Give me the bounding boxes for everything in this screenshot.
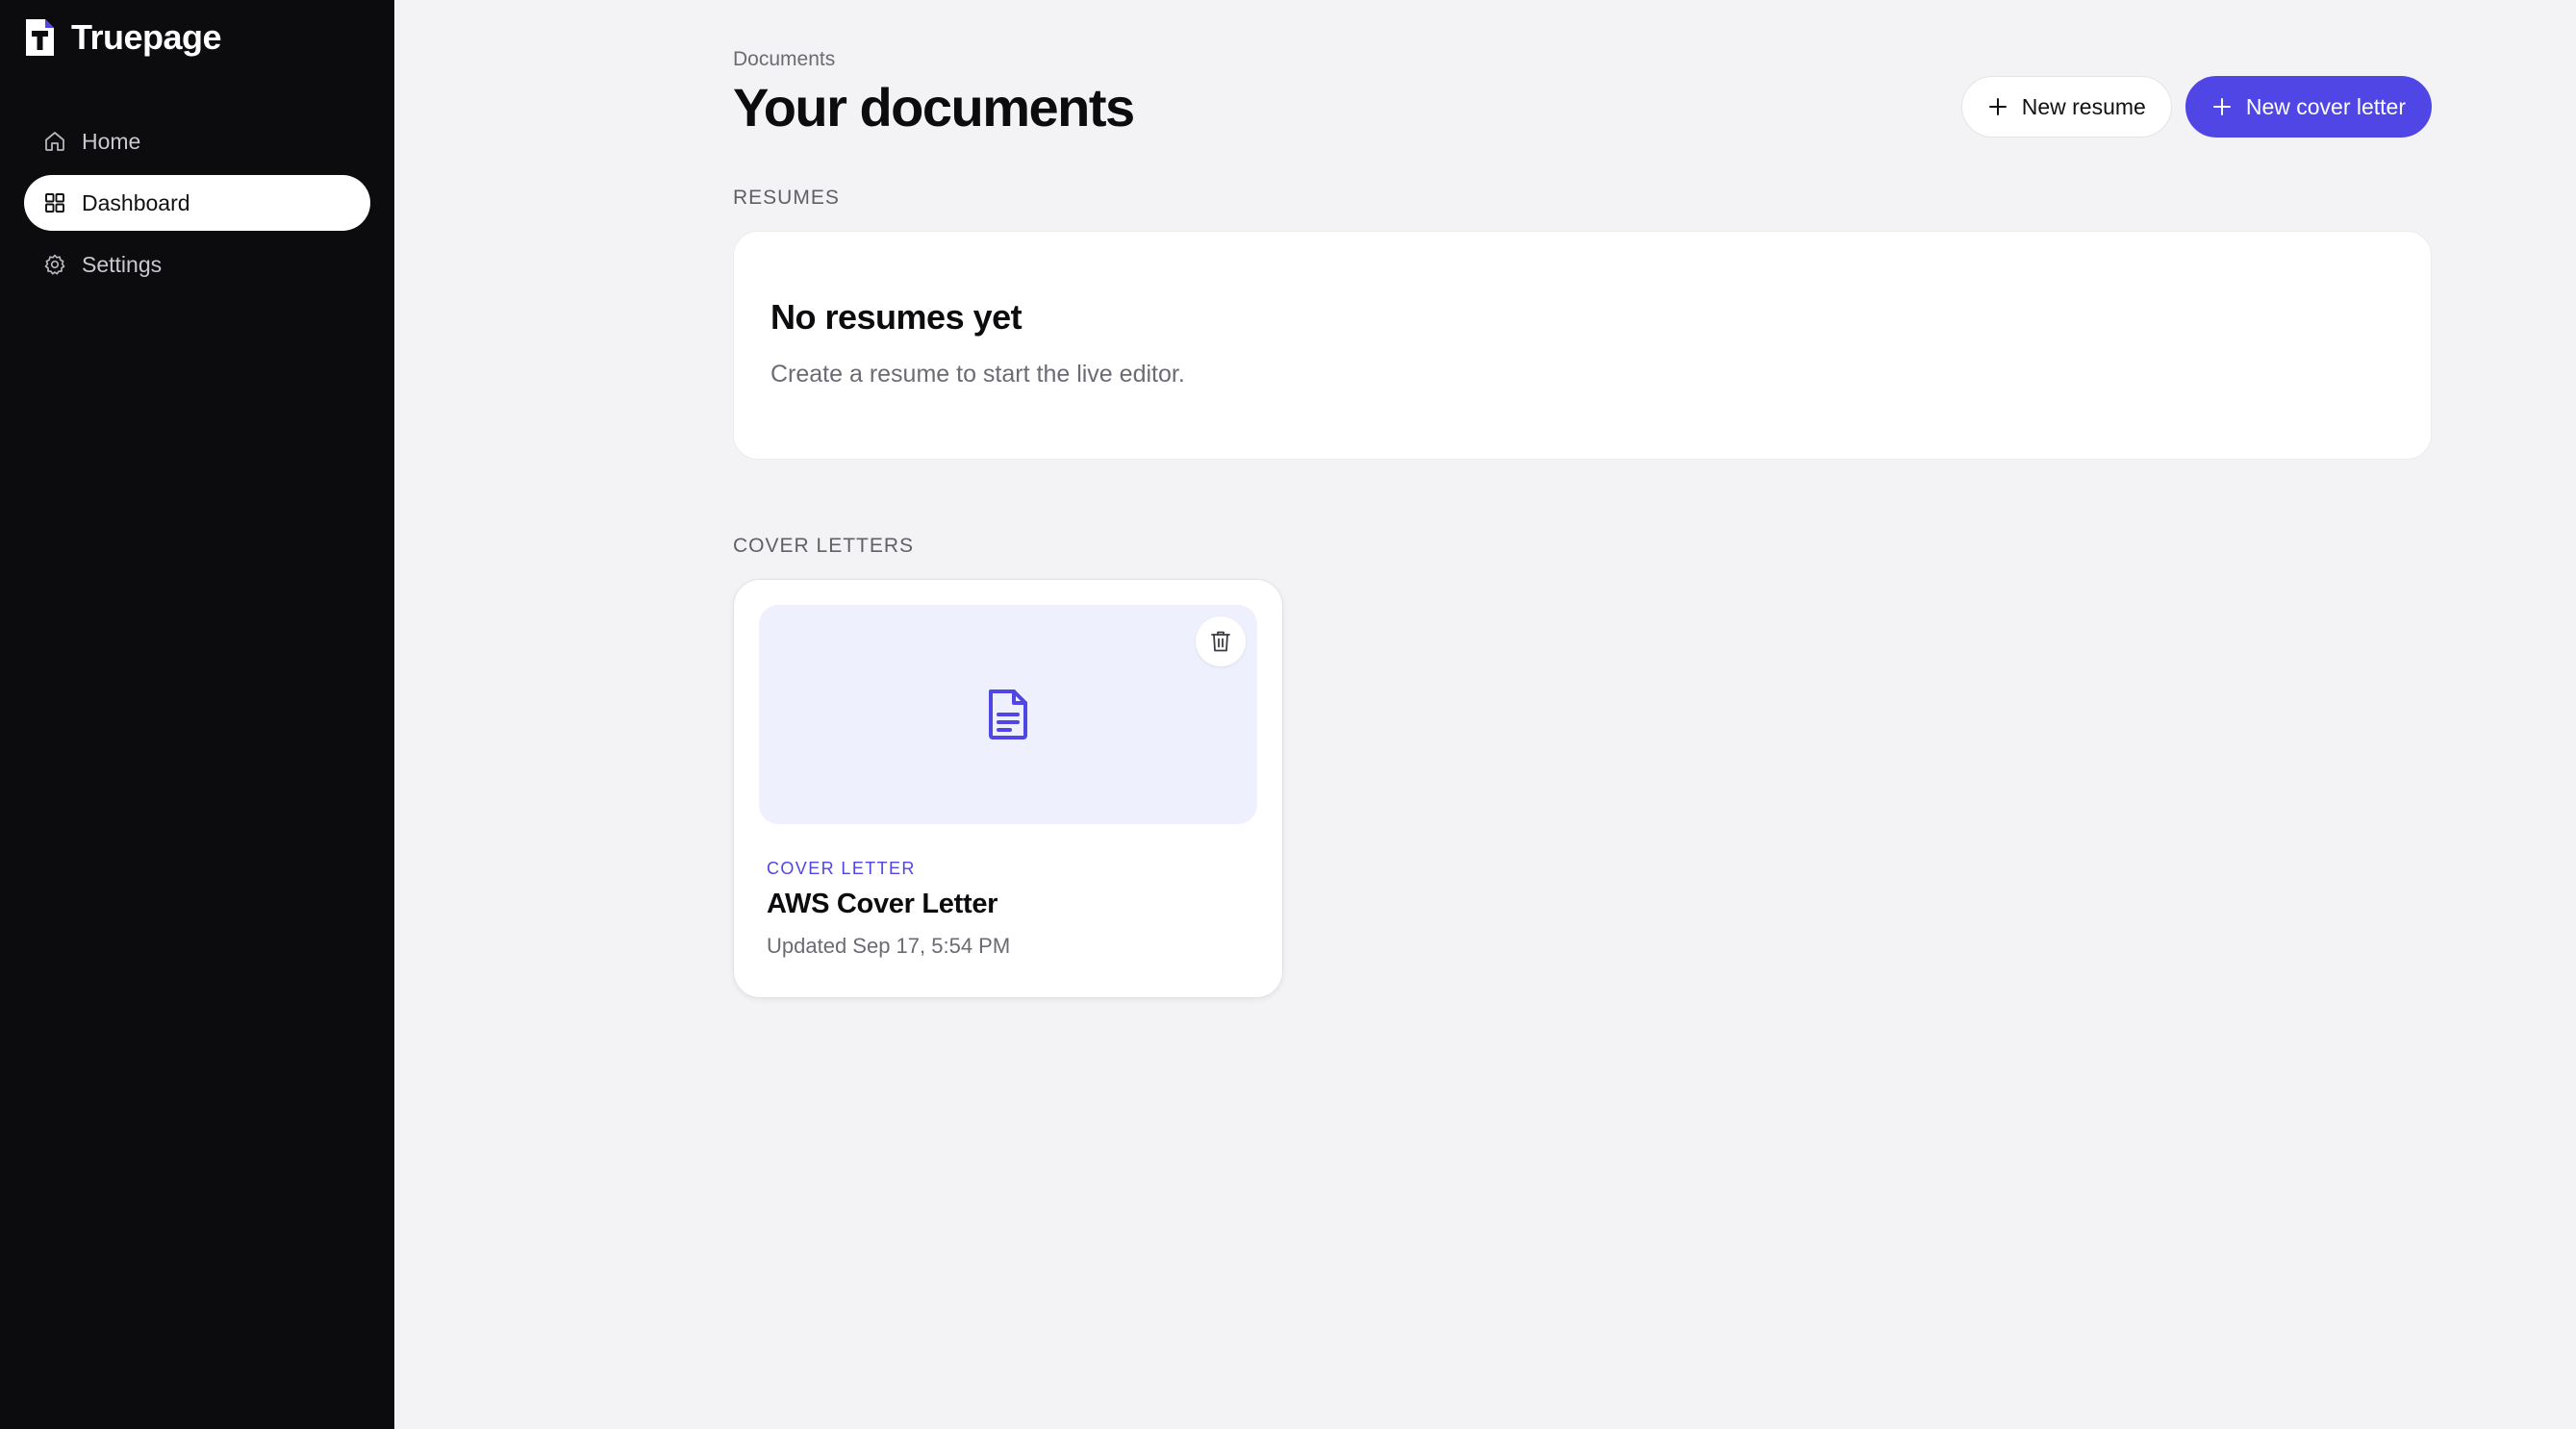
content-area: Documents Your documents New resume New … bbox=[733, 48, 2432, 999]
sidebar-item-home[interactable]: Home bbox=[24, 113, 370, 169]
sidebar-item-dashboard[interactable]: Dashboard bbox=[24, 175, 370, 231]
empty-state-title: No resumes yet bbox=[770, 297, 1023, 338]
plus-icon bbox=[2212, 98, 2231, 115]
new-resume-label: New resume bbox=[2021, 93, 2146, 119]
breadcrumb[interactable]: Documents bbox=[733, 48, 1134, 71]
brand[interactable]: Truepage bbox=[24, 17, 222, 58]
trash-icon bbox=[1211, 631, 1230, 652]
document-title[interactable]: AWS Cover Letter bbox=[767, 889, 1250, 920]
document-icon bbox=[989, 689, 1027, 740]
gear-icon bbox=[44, 254, 65, 275]
grid-icon bbox=[45, 193, 64, 213]
header-actions: New resume New cover letter bbox=[1960, 76, 2432, 138]
sidebar-item-label: Settings bbox=[82, 251, 163, 277]
title-group: Documents Your documents bbox=[733, 48, 1135, 138]
sidebar-item-label: Home bbox=[82, 128, 141, 154]
app-root: Truepage Home Dashboard Settings Documen… bbox=[0, 0, 2576, 1429]
home-icon bbox=[45, 132, 64, 151]
brand-name: Truepage bbox=[71, 17, 222, 57]
delete-button[interactable] bbox=[1196, 616, 1246, 667]
sidebar: Truepage Home Dashboard Settings bbox=[0, 0, 394, 1429]
document-type-label: COVER LETTER bbox=[767, 859, 916, 879]
document-updated-timestamp: Updated Sep 17, 5:54 PM bbox=[767, 934, 1011, 959]
empty-state-text: Create a resume to start the live editor… bbox=[770, 361, 1185, 389]
document-thumbnail[interactable] bbox=[759, 605, 1257, 825]
plus-icon bbox=[1988, 98, 2007, 115]
page-header: Documents Your documents New resume New … bbox=[733, 48, 2432, 138]
cover-letter-card[interactable]: COVER LETTER AWS Cover Letter Updated Se… bbox=[733, 579, 1283, 999]
sidebar-item-label: Dashboard bbox=[82, 189, 190, 215]
new-cover-letter-label: New cover letter bbox=[2245, 93, 2406, 119]
resumes-section-label: RESUMES bbox=[733, 187, 840, 210]
cover-letters-section-label: COVER LETTERS bbox=[733, 535, 915, 558]
sidebar-item-settings[interactable]: Settings bbox=[24, 237, 370, 292]
resumes-empty-state: No resumes yet Create a resume to start … bbox=[733, 231, 2432, 461]
document-meta: COVER LETTER AWS Cover Letter Updated Se… bbox=[759, 859, 1257, 959]
sidebar-nav: Home Dashboard Settings bbox=[24, 113, 370, 298]
page-title: Your documents bbox=[733, 77, 1135, 138]
main-content: Documents Your documents New resume New … bbox=[394, 0, 2576, 1429]
new-cover-letter-button[interactable]: New cover letter bbox=[2185, 76, 2432, 138]
new-resume-button[interactable]: New resume bbox=[1960, 76, 2172, 138]
truepage-logo-icon bbox=[26, 19, 54, 56]
